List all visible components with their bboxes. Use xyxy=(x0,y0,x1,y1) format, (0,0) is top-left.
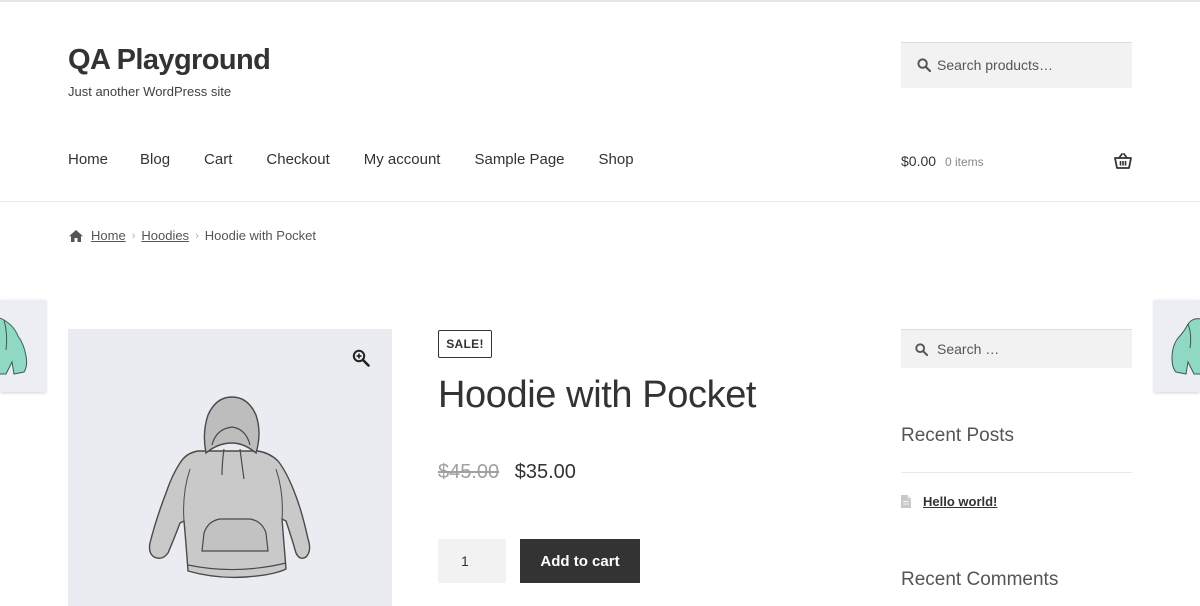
sidebar-search-input[interactable] xyxy=(937,330,1127,368)
product-gallery[interactable] xyxy=(68,329,392,606)
site-title[interactable]: QA Playground xyxy=(68,44,271,77)
breadcrumb: Home › Hoodies › Hoodie with Pocket xyxy=(68,228,316,243)
regular-price: $45.00 xyxy=(438,461,500,483)
breadcrumb-current: Hoodie with Pocket xyxy=(204,228,317,243)
cart-amount: $0.00 xyxy=(901,153,937,169)
sale-badge: SALE! xyxy=(438,330,492,358)
nav-item-home[interactable]: Home xyxy=(68,151,108,168)
product-title: Hoodie with Pocket xyxy=(438,374,757,416)
breadcrumb-separator: › xyxy=(131,229,136,242)
recent-post-link[interactable]: Hello world! xyxy=(923,494,997,509)
previous-product-thumbnail[interactable] xyxy=(0,300,46,392)
recent-post-item: Hello world! xyxy=(901,494,997,509)
top-border xyxy=(0,0,1200,2)
primary-nav: Home Blog Cart Checkout My account Sampl… xyxy=(68,151,668,168)
nav-item-shop[interactable]: Shop xyxy=(599,151,634,168)
nav-item-checkout[interactable]: Checkout xyxy=(266,151,329,168)
breadcrumb-category-link[interactable]: Hoodies xyxy=(141,228,189,243)
search-icon xyxy=(917,58,931,72)
sidebar-search xyxy=(901,329,1132,368)
header-cart[interactable]: $0.00 0 items xyxy=(901,153,1132,173)
product-image-hoodie xyxy=(148,396,311,579)
next-product-thumbnail[interactable] xyxy=(1154,300,1200,392)
nav-item-sample-page[interactable]: Sample Page xyxy=(474,151,564,168)
add-to-cart-button[interactable]: Add to cart xyxy=(520,539,640,583)
product-search-input[interactable] xyxy=(937,43,1127,87)
breadcrumb-separator: › xyxy=(195,229,199,242)
nav-item-cart[interactable]: Cart xyxy=(204,151,232,168)
search-icon xyxy=(915,343,928,356)
nav-item-blog[interactable]: Blog xyxy=(140,151,170,168)
header-divider xyxy=(0,201,1200,202)
basket-icon xyxy=(1114,153,1132,169)
recent-comments-title: Recent Comments xyxy=(901,569,1059,590)
nav-item-my-account[interactable]: My account xyxy=(364,151,441,168)
quantity-input[interactable] xyxy=(438,539,506,583)
product-price: $45.00 $35.00 xyxy=(438,461,576,484)
cart-count: 0 items xyxy=(945,155,984,169)
widget-divider xyxy=(901,472,1132,473)
header-search xyxy=(901,42,1132,88)
breadcrumb-home-link[interactable]: Home xyxy=(91,228,126,243)
recent-posts-title: Recent Posts xyxy=(901,425,1014,446)
site-tagline: Just another WordPress site xyxy=(68,84,232,99)
sale-price: $35.00 xyxy=(514,461,576,483)
zoom-in-icon[interactable] xyxy=(352,349,370,367)
document-icon xyxy=(901,495,911,508)
home-icon xyxy=(69,229,83,242)
